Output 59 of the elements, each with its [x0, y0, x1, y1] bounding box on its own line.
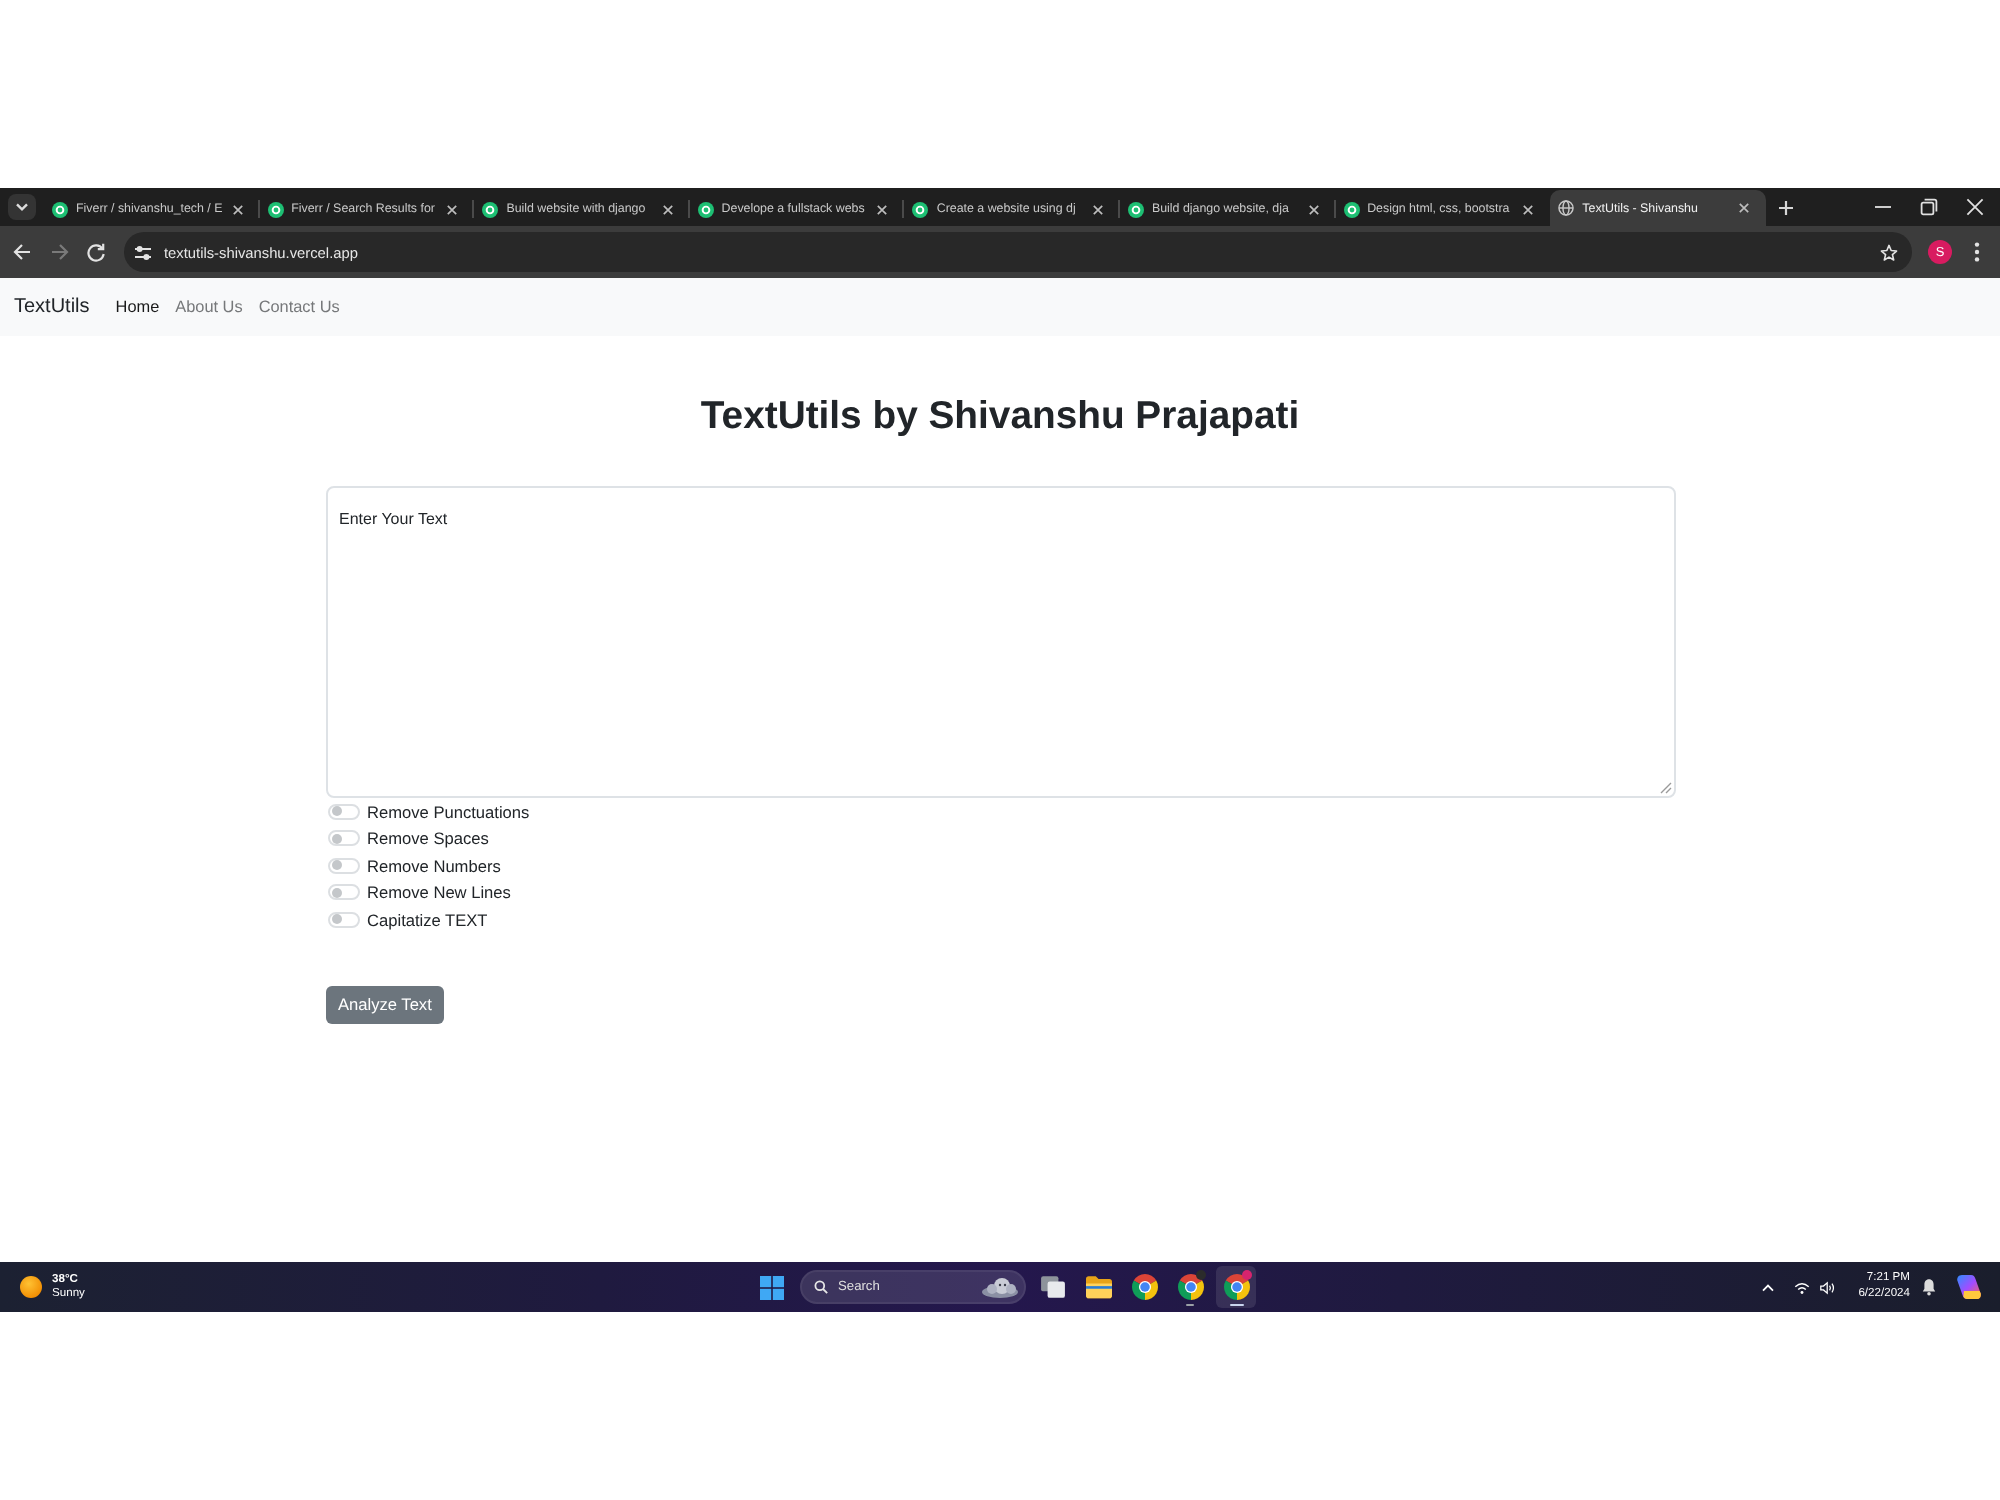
- round-favicon-icon: [1343, 201, 1360, 217]
- reload-icon[interactable]: [86, 242, 106, 262]
- round-favicon-icon: [697, 201, 714, 217]
- search-icon: [814, 1280, 828, 1294]
- toggle-switch[interactable]: [327, 884, 359, 901]
- chevron-down-icon[interactable]: [8, 194, 36, 220]
- navbar-brand[interactable]: TextUtils: [14, 296, 90, 318]
- taskbar-button[interactable]: [1216, 1266, 1256, 1308]
- chevron-up-icon[interactable]: [1760, 1279, 1777, 1295]
- toggle-switch[interactable]: [327, 803, 359, 820]
- switch-label: Remove Spaces: [367, 828, 489, 849]
- overlapping-windows-icon: [1039, 1274, 1065, 1300]
- gradient-logo-icon[interactable]: [1956, 1274, 1982, 1300]
- back-arrow-icon[interactable]: [12, 242, 32, 262]
- switch-label: Capitatize TEXT: [367, 909, 488, 930]
- toggle-switch[interactable]: [327, 911, 359, 928]
- nav-link[interactable]: About Us: [167, 298, 251, 316]
- star-icon[interactable]: [1880, 243, 1898, 261]
- round-favicon-icon: [1127, 201, 1144, 217]
- switch-label: Remove Punctuations: [367, 801, 530, 822]
- ring-logo-icon: [1223, 1274, 1249, 1300]
- illustration-icon: [982, 1276, 1018, 1298]
- plus-icon[interactable]: [1777, 200, 1794, 216]
- sliders-icon[interactable]: [134, 243, 152, 261]
- resize-grip-icon[interactable]: [1659, 782, 1671, 794]
- analyze-button[interactable]: Analyze Text: [325, 985, 445, 1023]
- close-icon[interactable]: [231, 203, 244, 215]
- sun-icon[interactable]: [20, 1276, 42, 1298]
- speaker-icon[interactable]: [1820, 1279, 1837, 1295]
- round-favicon-icon: [912, 201, 929, 217]
- nav-link[interactable]: Home: [107, 298, 168, 316]
- globe-icon: [1558, 200, 1575, 216]
- round-favicon-icon: [267, 201, 284, 217]
- round-favicon-icon: [52, 201, 68, 217]
- close-icon[interactable]: [876, 203, 889, 215]
- close-icon[interactable]: [446, 203, 459, 215]
- close-icon[interactable]: [1737, 202, 1750, 214]
- page-heading: TextUtils by Shivanshu Prajapati: [700, 392, 1300, 442]
- nav-link[interactable]: Contact Us: [250, 298, 348, 316]
- forward-arrow-icon[interactable]: [50, 242, 70, 262]
- grid-logo-icon[interactable]: [760, 1275, 784, 1299]
- wifi-icon[interactable]: [1794, 1279, 1811, 1295]
- close-icon[interactable]: [1522, 203, 1535, 215]
- switch-label: Remove Numbers: [367, 855, 501, 876]
- close-icon[interactable]: [1307, 203, 1320, 215]
- ring-logo-icon: [1131, 1274, 1157, 1300]
- restore-icon[interactable]: [1920, 198, 1938, 216]
- toggle-switch[interactable]: [327, 857, 359, 874]
- folder-icon: [1085, 1274, 1111, 1300]
- close-icon[interactable]: [1091, 203, 1104, 215]
- bell-icon[interactable]: [1922, 1278, 1936, 1296]
- ring-logo-icon: [1177, 1274, 1203, 1300]
- toggle-switch[interactable]: [327, 830, 359, 847]
- more-menu-icon[interactable]: [1974, 242, 1980, 262]
- switch-label: Remove New Lines: [367, 882, 511, 903]
- close-icon[interactable]: [1966, 198, 1984, 216]
- text-input-field[interactable]: Enter Your Text: [325, 486, 1675, 798]
- close-icon[interactable]: [661, 203, 674, 215]
- round-favicon-icon: [482, 201, 499, 217]
